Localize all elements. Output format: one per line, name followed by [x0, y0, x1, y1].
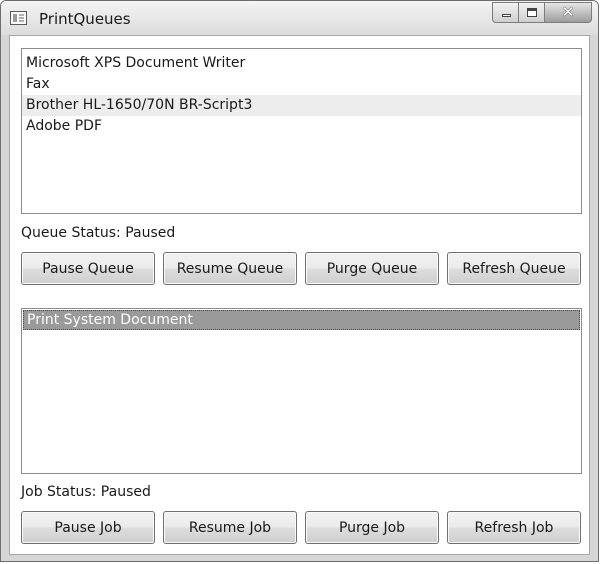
close-button[interactable]: ✕ [545, 2, 592, 23]
job-list-item[interactable]: Print System Document [23, 310, 580, 330]
queue-status-label: Queue Status: Paused [21, 225, 176, 241]
purge-queue-button[interactable]: Purge Queue [305, 252, 439, 285]
maximize-icon [527, 8, 537, 17]
print-queues-window: PrintQueues ✕ Microsoft XPS Document Wri… [0, 0, 599, 562]
print-job-list[interactable]: Print System Document [21, 308, 582, 474]
caption-buttons: ✕ [492, 2, 592, 23]
refresh-queue-button[interactable]: Refresh Queue [447, 252, 581, 285]
pause-job-button[interactable]: Pause Job [21, 511, 155, 544]
pause-queue-button[interactable]: Pause Queue [21, 252, 155, 285]
queue-list-item[interactable]: Microsoft XPS Document Writer [22, 53, 581, 74]
resume-queue-button[interactable]: Resume Queue [163, 252, 297, 285]
maximize-button[interactable] [519, 2, 545, 23]
queue-list-item[interactable]: Fax [22, 74, 581, 95]
minimize-icon [502, 14, 511, 17]
refresh-job-button[interactable]: Refresh Job [447, 511, 581, 544]
print-queue-list[interactable]: Microsoft XPS Document Writer Fax Brothe… [21, 48, 582, 214]
purge-job-button[interactable]: Purge Job [305, 511, 439, 544]
queue-list-item[interactable]: Brother HL-1650/70N BR-Script3 [22, 95, 581, 116]
window-app-icon[interactable] [10, 11, 27, 25]
close-icon: ✕ [561, 3, 575, 21]
window-title: PrintQueues [39, 10, 131, 28]
queue-list-item[interactable]: Adobe PDF [22, 116, 581, 137]
title-bar[interactable]: PrintQueues ✕ [1, 1, 598, 35]
resume-job-button[interactable]: Resume Job [163, 511, 297, 544]
job-status-label: Job Status: Paused [21, 484, 151, 500]
minimize-button[interactable] [492, 2, 519, 23]
client-area: Microsoft XPS Document Writer Fax Brothe… [9, 35, 590, 555]
